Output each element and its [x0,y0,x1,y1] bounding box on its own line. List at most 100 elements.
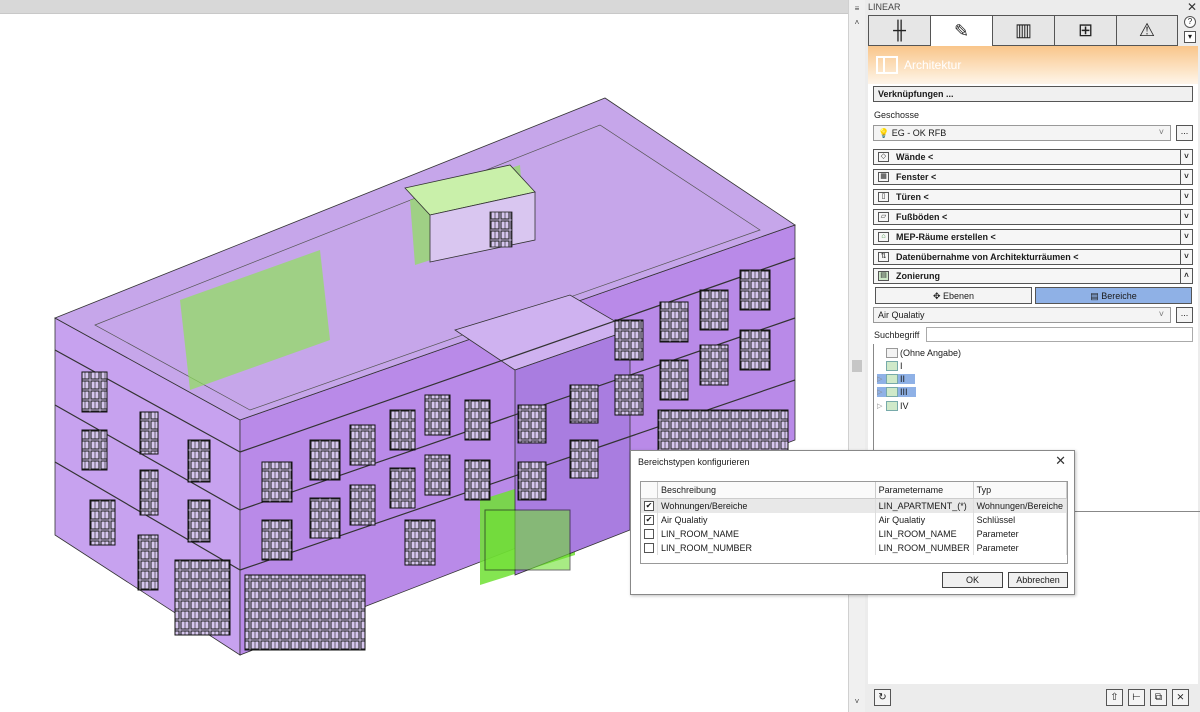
refresh-icon[interactable]: ↻ [874,689,891,706]
tree-item-iii[interactable]: ▷ III [877,387,916,397]
cell-parametername: LIN_ROOM_NUMBER [875,540,974,555]
chevron-down-icon[interactable]: ˅ [1180,250,1192,264]
configure-area-types-dialog: Bereichstypen konfigurieren ✕ Beschreibu… [630,450,1075,595]
suchbegriff-label: Suchbegriff [874,330,920,340]
panel-side-icons: ? ▾ [1184,16,1198,46]
geschosse-value: EG - OK RFB [891,128,947,138]
column-header-typ[interactable]: Typ [973,482,1068,499]
dropdown-icon[interactable]: ▾ [1184,31,1196,43]
cell-parametername: LIN_APARTMENT_(*) [875,498,974,513]
tree-item-label: (Ohne Angabe) [900,348,962,358]
3d-model-viewport[interactable] [0,14,848,712]
lightbulb-icon: 💡 [878,128,890,138]
tree-item-ohne-angabe[interactable]: (Ohne Angabe) [877,348,961,358]
delete-zones-icon[interactable]: ⨯ [1172,689,1189,706]
scroll-up-icon[interactable]: ˄ [849,18,865,32]
row-checkbox[interactable] [644,528,654,539]
panel-title: LINEAR [868,2,901,12]
bereiche-button[interactable]: ▤ Bereiche [1035,287,1192,304]
zone-type-value: Air Qualatiy [878,310,925,320]
section-fussboeden[interactable]: ▱ Fußböden < ˅ [873,209,1193,225]
table-row[interactable]: LIN_ROOM_NUMBER LIN_ROOM_NUMBER Paramete… [641,540,1068,555]
table-row[interactable]: LIN_ROOM_NAME LIN_ROOM_NAME Parameter [641,526,1068,541]
tab-grid[interactable]: ⊞ [1054,15,1116,46]
help-icon[interactable]: ? [1184,16,1196,28]
zone-type-more-button[interactable]: ... [1176,307,1193,323]
search-input[interactable] [926,327,1193,342]
viewport-scrollbar[interactable]: ≡ ˄ ˅ [848,0,865,712]
wall-icon: ◇ [878,152,889,162]
cell-typ: Parameter [973,526,1068,541]
cancel-button[interactable]: Abbrechen [1008,572,1068,588]
column-header-beschreibung[interactable]: Beschreibung [657,482,876,499]
column-header-check [641,482,658,499]
pencil-icon: ✎ [953,20,970,41]
tab-warning[interactable]: ⚠ [1116,15,1178,46]
cell-beschreibung: LIN_ROOM_NUMBER [657,540,876,555]
panel-close-icon[interactable]: ✕ [1187,0,1197,14]
chevron-down-icon[interactable]: ˅ [1180,190,1192,204]
chevron-down-icon[interactable]: ˅ [1180,150,1192,164]
section-waende-label: Wände < [896,152,934,162]
ebenen-button[interactable]: ✥ Ebenen [875,287,1032,304]
areas-icon: ▤ [1090,291,1099,301]
transfer-icon: ⇅ [878,252,889,262]
chevron-down-icon: ˅ [1158,309,1164,319]
expand-icon[interactable]: ▷ [877,375,886,383]
close-icon[interactable]: ✕ [1055,453,1066,469]
geschosse-more-button[interactable]: ... [1176,125,1193,141]
chevron-down-icon[interactable]: ˅ [1180,230,1192,244]
geschosse-select[interactable]: 💡 EG - OK RFB ˅ [873,125,1171,141]
row-checkbox[interactable] [644,542,654,553]
floor-icon: ▱ [878,212,889,222]
section-fenster[interactable]: ▦ Fenster < ˅ [873,169,1193,185]
bereiche-label: Bereiche [1101,291,1137,301]
section-header-title: Architektur [904,58,962,72]
cell-beschreibung: Wohnungen/Bereiche [657,498,876,513]
section-mep-raeume[interactable]: ⌂ MEP-Räume erstellen < ˅ [873,229,1193,245]
dialog-title: Bereichstypen konfigurieren [638,457,750,467]
tree-structure-icon[interactable]: ⊢ [1128,689,1145,706]
section-datenuebernahme[interactable]: ⇅ Datenübernahme von Architekturräumen <… [873,249,1193,265]
row-checkbox[interactable]: ✔ [644,514,654,525]
row-checkbox[interactable]: ✔ [644,501,654,512]
chevron-down-icon[interactable]: ˅ [1180,210,1192,224]
table-row[interactable]: ✔ Air Qualatiy Air Qualatiy Schlüssel [641,512,1068,527]
expand-icon[interactable]: ▷ [877,402,886,410]
cell-typ: Schlüssel [973,512,1068,527]
scroll-down-icon[interactable]: ˅ [849,697,865,711]
ebenen-label: Ebenen [943,291,975,301]
scroll-up-arrow-icon[interactable]: ≡ [849,4,865,18]
tab-pencil[interactable]: ✎ [930,15,992,46]
tree-item-iv[interactable]: ▷ IV [877,401,909,411]
tree-item-i[interactable]: I [877,361,903,371]
tab-library[interactable]: ▥ [992,15,1054,46]
column-header-parametername[interactable]: Parametername [875,482,974,499]
section-header: Architektur [868,46,1198,84]
tab-sliders[interactable]: ╫ [868,15,930,46]
zone-type-select[interactable]: Air Qualatiy ˅ [873,307,1171,323]
zone-icon: ▤ [878,271,889,281]
links-button[interactable]: Verknüpfungen ... [873,86,1193,102]
tree-item-ii[interactable]: ▷ II [877,374,916,384]
section-tueren[interactable]: ▯ Türen < ˅ [873,189,1193,205]
house-icon: ⌂ [878,232,889,242]
copy-zones-icon[interactable]: ⧉ [1150,689,1167,706]
ok-button[interactable]: OK [942,572,1003,588]
viewport-titlebar [0,0,848,14]
linear-panel: LINEAR ✕ ╫ ✎ ▥ ⊞ ⚠ ? ▾ Architektur Verkn… [865,0,1200,712]
chevron-up-icon[interactable]: ˄ [1180,269,1192,283]
cell-typ: Wohnungen/Bereiche [973,498,1068,513]
section-fenster-label: Fenster < [896,172,937,182]
door-icon: ▯ [878,192,889,202]
layers-icon: ✥ [932,291,941,301]
chevron-down-icon: ˅ [1158,127,1164,137]
table-row[interactable]: ✔ Wohnungen/Bereiche LIN_APARTMENT_(*) W… [641,498,1068,513]
export-icon[interactable]: ⇧ [1106,689,1123,706]
chevron-down-icon[interactable]: ˅ [1180,170,1192,184]
section-waende[interactable]: ◇ Wände < ˅ [873,149,1193,165]
expand-icon[interactable]: ▷ [877,388,886,396]
building-model [54,97,796,656]
scroll-thumb[interactable] [852,360,862,372]
section-zonierung[interactable]: ▤ Zonierung ˄ [873,268,1193,284]
